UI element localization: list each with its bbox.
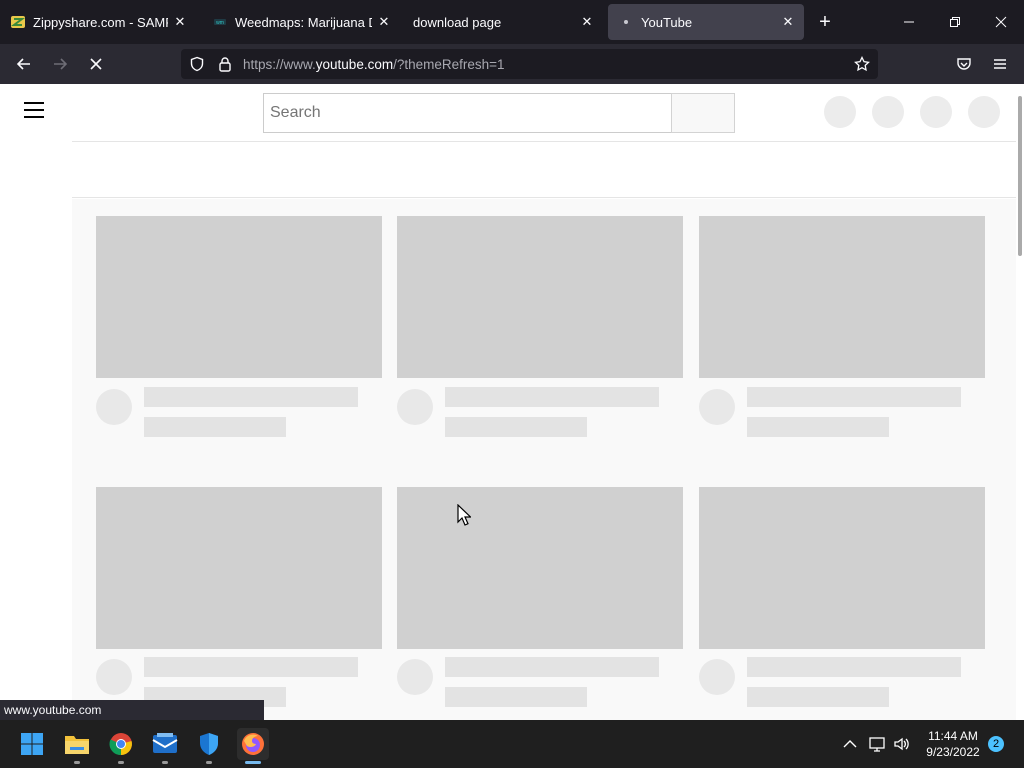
meta-line-placeholder [445,687,587,707]
video-thumbnail-placeholder [96,487,382,649]
masthead-placeholder-circle [872,96,904,128]
app-menu-icon[interactable] [984,48,1016,80]
scrollbar-thumb[interactable] [1018,96,1022,256]
running-indicator [118,761,124,764]
bookmark-star-icon[interactable] [854,56,870,72]
navigation-bar: https://www.youtube.com/?themeRefresh=1 [0,44,1024,84]
video-thumbnail-placeholder [96,216,382,378]
link-status-bar: www.youtube.com [0,700,264,720]
url-domain: youtube.com [315,57,394,72]
file-explorer-icon[interactable] [61,728,93,764]
tab-download-page[interactable]: download page ✕ [403,0,603,44]
minimize-icon[interactable] [886,0,932,44]
chrome-icon[interactable] [105,728,137,764]
video-thumbnail-placeholder [397,216,683,378]
close-tab-icon[interactable]: ✕ [172,14,188,30]
channel-avatar-placeholder [96,389,132,425]
new-tab-icon[interactable]: + [814,12,836,34]
mail-icon[interactable] [149,728,181,764]
search-input[interactable] [263,93,672,133]
channel-avatar-placeholder [96,659,132,695]
channel-avatar-placeholder [397,389,433,425]
video-thumbnail-placeholder [699,487,985,649]
windows-start-icon[interactable] [16,728,48,760]
channel-avatar-placeholder [699,389,735,425]
pocket-icon[interactable] [948,48,980,80]
system-clock[interactable]: 11:44 AM 9/23/2022 [918,728,988,760]
clock-time: 11:44 AM [928,729,978,743]
close-tab-icon[interactable]: ✕ [579,14,595,30]
masthead-placeholder-circle [920,96,952,128]
title-line-placeholder [445,657,659,677]
notification-count-badge[interactable]: 2 [988,736,1004,752]
mouse-cursor-icon [457,503,472,531]
close-tab-icon[interactable]: ✕ [780,14,796,30]
svg-text:wm: wm [216,20,224,26]
tab-title: Weedmaps: Marijuana Disp [235,14,372,30]
url-prefix: https://www. [243,57,316,72]
defender-icon[interactable] [193,728,225,764]
active-app-indicator [245,761,261,764]
video-thumbnail-placeholder [397,487,683,649]
firefox-icon[interactable] [237,728,269,764]
tab-youtube[interactable]: YouTube ✕ [608,4,804,40]
volume-icon[interactable] [892,734,912,754]
clock-date: 9/23/2022 [926,745,980,759]
channel-avatar-placeholder [397,659,433,695]
meta-line-placeholder [747,687,889,707]
url-text[interactable]: https://www.youtube.com/?themeRefresh=1 [243,57,505,72]
meta-line-placeholder [445,417,587,437]
title-line-placeholder [445,387,659,407]
stop-loading-icon[interactable] [80,48,112,80]
network-icon[interactable] [868,734,888,754]
tab-weedmaps[interactable]: wm Weedmaps: Marijuana Disp ✕ [202,0,400,44]
lock-icon[interactable] [217,56,233,72]
chip-bar-placeholder [72,141,1016,198]
meta-line-placeholder [747,417,889,437]
youtube-masthead [0,84,1016,140]
windows-taskbar: 11:44 AM 9/23/2022 2 [0,720,1024,768]
tab-title: download page [413,14,502,30]
url-suffix: /?themeRefresh=1 [393,57,505,72]
tab-strip: Zippyshare.com - SAMPFUl ✕ wm Weedmaps: … [0,0,1024,44]
zippyshare-icon [10,14,26,30]
title-line-placeholder [747,657,961,677]
search-button[interactable] [671,93,735,133]
running-indicator [162,761,168,764]
masthead-placeholder-circle [824,96,856,128]
channel-avatar-placeholder [699,659,735,695]
restore-icon[interactable] [932,0,978,44]
back-arrow-icon[interactable] [8,48,40,80]
video-grid-skeleton [72,199,1016,720]
weedmaps-icon: wm [212,14,228,30]
guide-menu-icon[interactable] [24,102,48,122]
close-window-icon[interactable] [978,0,1024,44]
address-bar[interactable]: https://www.youtube.com/?themeRefresh=1 [181,49,878,79]
running-indicator [74,761,80,764]
youtube-page: www.youtube.com [0,84,1024,720]
masthead-placeholder-circle [968,96,1000,128]
title-line-placeholder [747,387,961,407]
tab-zippyshare[interactable]: Zippyshare.com - SAMPFUl ✕ [0,0,196,44]
video-thumbnail-placeholder [699,216,985,378]
forward-arrow-icon[interactable] [44,48,76,80]
tab-title: YouTube [641,14,693,30]
meta-line-placeholder [144,417,286,437]
show-hidden-icons-chevron-icon[interactable] [840,734,860,754]
page-scrollbar[interactable] [1016,84,1024,720]
close-tab-icon[interactable]: ✕ [376,14,392,30]
tracking-protection-shield-icon[interactable] [189,56,205,72]
title-line-placeholder [144,387,358,407]
tab-title: Zippyshare.com - SAMPFUl [33,14,168,30]
loading-dot-icon [618,14,634,30]
running-indicator [206,761,212,764]
title-line-placeholder [144,657,358,677]
